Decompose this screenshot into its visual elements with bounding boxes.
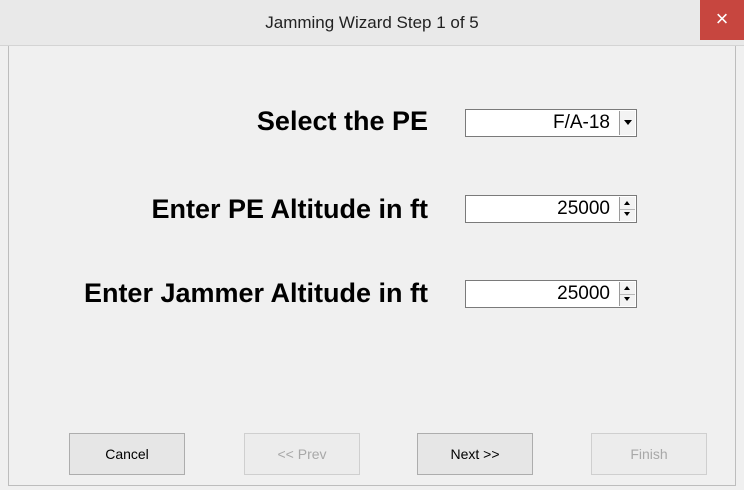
pe-altitude-stepper[interactable]: 25000	[465, 195, 637, 223]
pe-label: Select the PE	[256, 106, 428, 136]
spin-down-icon[interactable]	[620, 294, 635, 306]
prev-button[interactable]: << Prev	[244, 433, 360, 475]
close-icon: ×	[715, 6, 729, 31]
title-bar: Jamming Wizard Step 1 of 5 ×	[0, 0, 744, 46]
wizard-window: Jamming Wizard Step 1 of 5 × Select the …	[0, 0, 744, 490]
finish-button[interactable]: Finish	[591, 433, 707, 475]
pe-select-value: F/A-18	[552, 112, 610, 133]
pe-select[interactable]: F/A-18	[465, 109, 637, 137]
spin-down-icon[interactable]	[620, 209, 635, 221]
pe-altitude-spinner	[619, 197, 635, 221]
jammer-altitude-spinner	[619, 282, 635, 306]
pe-altitude-label: Enter PE Altitude in ft	[151, 194, 429, 224]
window-title: Jamming Wizard Step 1 of 5	[265, 13, 479, 32]
next-button[interactable]: Next >>	[417, 433, 533, 475]
close-button[interactable]: ×	[700, 0, 744, 40]
jammer-altitude-label: Enter Jammer Altitude in ft	[83, 278, 428, 308]
chevron-down-icon[interactable]	[619, 111, 635, 135]
jammer-altitude-value: 25000	[557, 283, 610, 304]
cancel-button[interactable]: Cancel	[69, 433, 185, 475]
jammer-altitude-stepper[interactable]: 25000	[465, 280, 637, 308]
pe-altitude-value: 25000	[557, 198, 610, 219]
